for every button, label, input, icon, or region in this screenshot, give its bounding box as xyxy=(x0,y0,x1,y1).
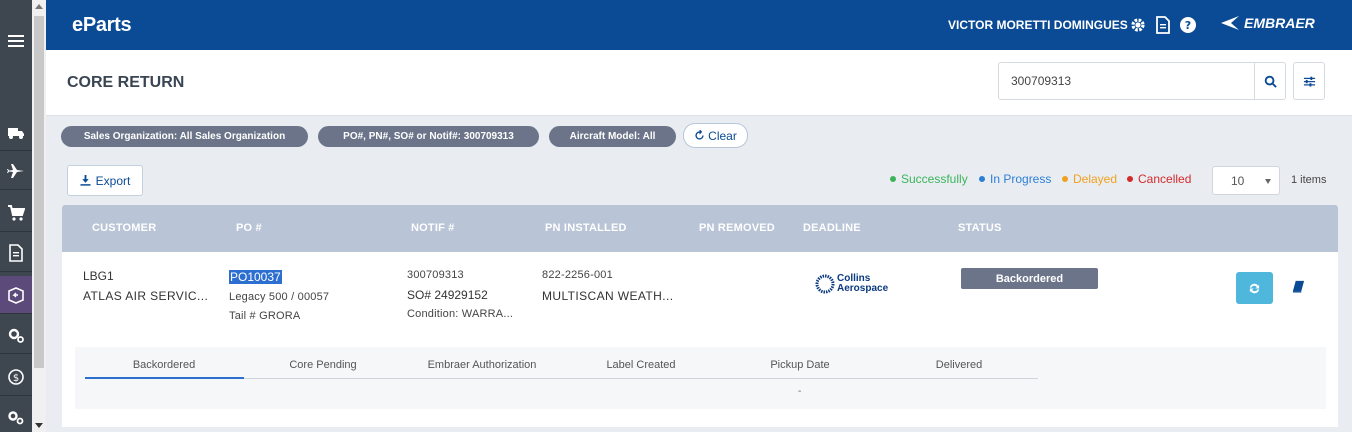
legend-successfully: Successfully xyxy=(890,172,968,186)
col-pn-removed: PN REMOVED xyxy=(699,222,775,234)
chip-aircraft-model[interactable]: Aircraft Model: All xyxy=(549,126,676,147)
search-icon xyxy=(1264,75,1277,88)
table-header: CUSTOMER PO # NOTIF # PN INSTALLED PN RE… xyxy=(62,205,1338,252)
table-row: LBG1 ATLAS AIR SERVIC... PO10037 Legacy … xyxy=(62,252,1338,427)
notif-number: 300709313 xyxy=(407,269,464,281)
collins-logo-mark xyxy=(815,274,835,294)
cart-icon[interactable] xyxy=(0,194,32,232)
legend-dot xyxy=(890,176,896,182)
legend-dot xyxy=(979,176,985,182)
core-return-icon[interactable] xyxy=(0,276,32,314)
po-tail: Tail # GRORA xyxy=(229,310,301,322)
search-button[interactable] xyxy=(1254,62,1286,100)
legend-dot xyxy=(1127,176,1133,182)
item-count: 1 items xyxy=(1291,174,1327,186)
condition: Condition: WARRA... xyxy=(407,308,514,320)
page-size-value: 10 xyxy=(1231,173,1245,188)
left-sidebar: $ xyxy=(0,0,32,432)
top-navbar: eParts VICTOR MORETTI DOMINGUES ? EMBRAE… xyxy=(46,0,1352,50)
logo-text: EMBRAER xyxy=(1244,15,1315,31)
sliders-icon xyxy=(1303,76,1315,87)
user-name[interactable]: VICTOR MORETTI DOMINGUES xyxy=(948,18,1128,32)
step-pickup-date: Pickup Date xyxy=(770,359,830,371)
refresh-button[interactable] xyxy=(1236,272,1273,304)
logo-line-2: Aerospace xyxy=(837,283,889,294)
search-input[interactable] xyxy=(998,62,1255,100)
pn-installed: 822-2256-001 xyxy=(542,269,613,281)
col-pn-installed: PN INSTALLED xyxy=(545,222,627,234)
airplane-icon[interactable] xyxy=(0,152,32,190)
legend-label: Cancelled xyxy=(1138,172,1192,186)
legend-in-progress: In Progress xyxy=(979,172,1051,186)
truck-icon[interactable] xyxy=(0,113,32,151)
step-core-pending: Core Pending xyxy=(289,359,357,371)
embraer-logo: EMBRAER xyxy=(1218,14,1315,32)
title-bar: CORE RETURN xyxy=(46,50,1352,116)
document-icon[interactable] xyxy=(0,234,32,272)
scroll-down-icon[interactable] xyxy=(35,423,43,428)
po-link[interactable]: PO10037 xyxy=(229,270,282,284)
legend-label: Delayed xyxy=(1073,172,1118,186)
pn-description: MULTISCAN WEATH... xyxy=(542,289,674,303)
customer-name: ATLAS AIR SERVIC... xyxy=(83,289,209,303)
step-embraer-authorization: Embraer Authorization xyxy=(427,359,537,371)
legend-dot xyxy=(1062,176,1068,182)
chip-search-term[interactable]: PO#, PN#, SO# or Notif#: 300709313 xyxy=(318,126,539,147)
settings-gears-icon[interactable] xyxy=(0,316,32,354)
clear-filters-button[interactable]: Clear xyxy=(683,123,748,148)
clear-label: Clear xyxy=(708,128,737,143)
step-delivered: Delivered xyxy=(935,359,983,371)
page-size-select[interactable]: 10 xyxy=(1212,166,1280,195)
sidebar-scrollbar[interactable] xyxy=(32,0,46,432)
pickup-date-value: - xyxy=(798,386,802,397)
sync-icon xyxy=(1249,283,1260,293)
filter-settings-button[interactable] xyxy=(1293,62,1325,100)
customer-code: LBG1 xyxy=(83,269,114,283)
refresh-icon xyxy=(695,130,704,140)
chevron-down-icon xyxy=(1265,179,1271,184)
po-model: Legacy 500 / 00057 xyxy=(229,291,330,303)
col-notif: NOTIF # xyxy=(411,222,455,234)
svg-text:?: ? xyxy=(1185,19,1191,32)
export-button[interactable]: Export xyxy=(67,165,143,196)
col-po: PO # xyxy=(236,222,262,234)
chip-sales-organization[interactable]: Sales Organization: All Sales Organizati… xyxy=(61,126,308,147)
legend-cancelled: Cancelled xyxy=(1127,172,1191,186)
step-label-created: Label Created xyxy=(606,359,676,371)
col-status: STATUS xyxy=(958,222,1002,234)
brand-name[interactable]: eParts xyxy=(72,14,132,37)
col-deadline: DEADLINE xyxy=(803,222,861,234)
legend-delayed: Delayed xyxy=(1062,172,1117,186)
legend-label: Successfully xyxy=(901,172,968,186)
legend-label: In Progress xyxy=(990,172,1052,186)
so-number: SO# 24929152 xyxy=(407,288,488,302)
page-title: CORE RETURN xyxy=(67,74,185,91)
export-label: Export xyxy=(95,173,131,188)
gear-icon[interactable] xyxy=(1128,15,1148,35)
step-backordered: Backordered xyxy=(132,359,196,371)
file-icon[interactable] xyxy=(1153,15,1173,35)
svg-text:$: $ xyxy=(13,373,19,384)
download-icon xyxy=(80,175,91,186)
book-button[interactable] xyxy=(1292,280,1306,294)
col-customer: CUSTOMER xyxy=(92,222,157,234)
menu-icon[interactable] xyxy=(0,22,32,60)
collins-aerospace-logo: Collins Aerospace xyxy=(815,274,888,294)
gears-icon[interactable] xyxy=(0,398,32,432)
book-icon xyxy=(1292,280,1305,293)
progress-tracker: Backordered Core Pending Embraer Authori… xyxy=(75,347,1326,409)
scroll-thumb[interactable] xyxy=(34,16,44,368)
status-badge: Backordered xyxy=(961,268,1098,289)
tracker-active-segment xyxy=(85,377,244,379)
help-icon[interactable]: ? xyxy=(1178,15,1198,35)
money-cycle-icon[interactable]: $ xyxy=(0,358,32,396)
scroll-up-icon[interactable] xyxy=(35,4,43,9)
